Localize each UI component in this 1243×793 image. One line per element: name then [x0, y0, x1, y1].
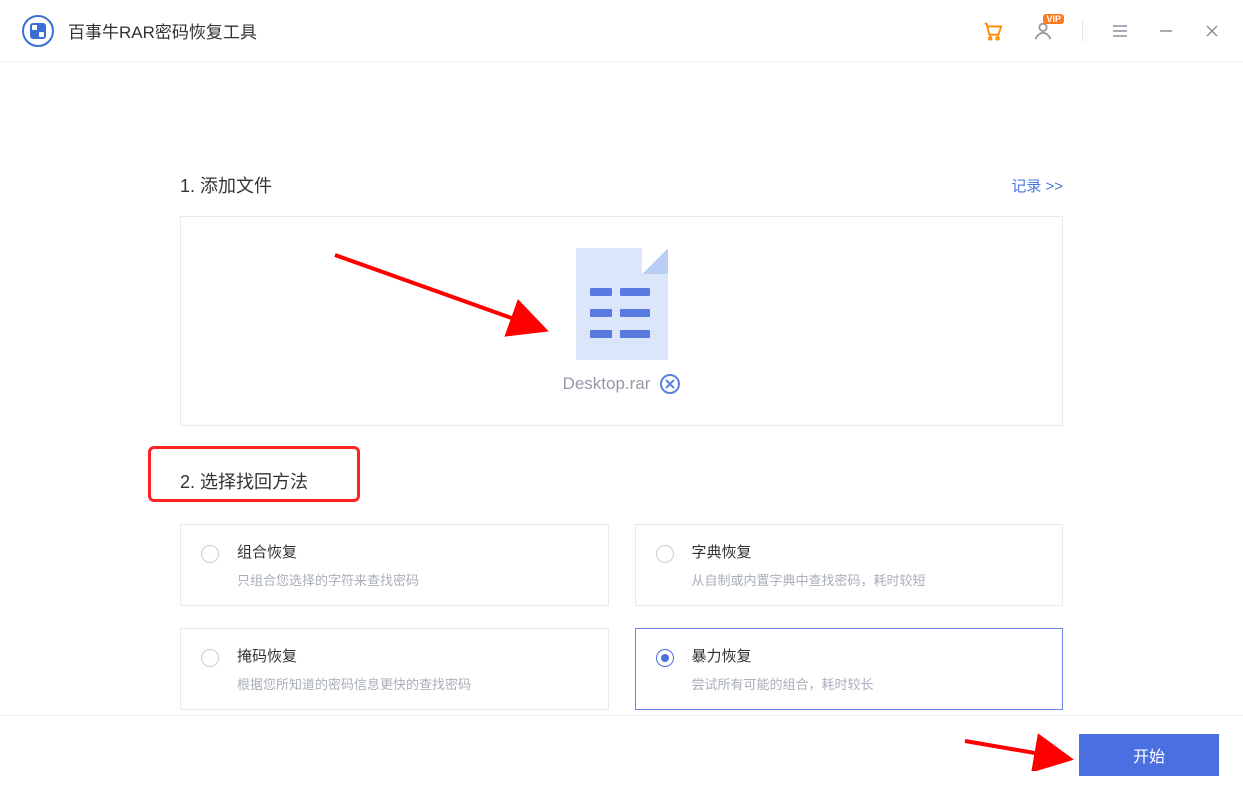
method-desc: 根据您所知道的密码信息更快的查找密码	[237, 674, 471, 693]
method-desc: 只组合您选择的字符来查找密码	[237, 570, 419, 589]
file-icon	[576, 248, 668, 360]
cart-icon[interactable]	[982, 20, 1004, 42]
radio-icon	[201, 545, 219, 563]
method-desc: 从自制或内置字典中查找密码，耗时较短	[692, 570, 926, 589]
methods-grid: 组合恢复只组合您选择的字符来查找密码字典恢复从自制或内置字典中查找密码，耗时较短…	[180, 524, 1063, 710]
radio-icon	[201, 649, 219, 667]
method-title: 组合恢复	[237, 541, 419, 562]
method-option-0[interactable]: 组合恢复只组合您选择的字符来查找密码	[180, 524, 609, 606]
footer: 开始	[0, 715, 1243, 793]
user-icon[interactable]: VIP	[1032, 20, 1054, 42]
app-logo	[22, 15, 54, 47]
menu-icon[interactable]	[1111, 22, 1129, 40]
app-title: 百事牛RAR密码恢复工具	[68, 18, 257, 43]
minimize-icon[interactable]	[1157, 22, 1175, 40]
method-option-2[interactable]: 掩码恢复根据您所知道的密码信息更快的查找密码	[180, 628, 609, 710]
method-option-1[interactable]: 字典恢复从自制或内置字典中查找密码，耗时较短	[635, 524, 1064, 606]
records-link[interactable]: 记录 >>	[1011, 175, 1063, 196]
separator	[1082, 20, 1083, 42]
step1-title: 1. 添加文件	[180, 172, 272, 198]
method-title: 掩码恢复	[237, 645, 471, 666]
radio-icon	[656, 545, 674, 563]
close-icon[interactable]	[1203, 22, 1221, 40]
vip-badge: VIP	[1043, 14, 1064, 24]
start-button[interactable]: 开始	[1079, 734, 1219, 776]
file-dropzone[interactable]: Desktop.rar	[180, 216, 1063, 426]
method-title: 字典恢复	[692, 541, 926, 562]
filename-label: Desktop.rar	[563, 374, 651, 394]
titlebar: 百事牛RAR密码恢复工具 VIP	[0, 0, 1243, 62]
radio-icon	[656, 649, 674, 667]
method-desc: 尝试所有可能的组合，耗时较长	[692, 674, 874, 693]
method-option-3[interactable]: 暴力恢复尝试所有可能的组合，耗时较长	[635, 628, 1064, 710]
step2-title: 2. 选择找回方法	[180, 468, 1063, 494]
method-title: 暴力恢复	[692, 645, 874, 666]
remove-file-button[interactable]	[660, 374, 680, 394]
